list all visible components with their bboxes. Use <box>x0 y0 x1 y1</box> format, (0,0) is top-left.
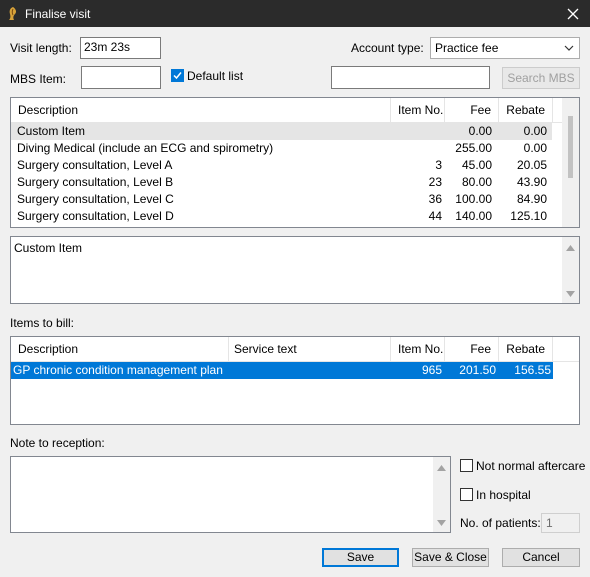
table-row[interactable]: Surgery consultation, Level D 44 140.00 … <box>11 208 552 225</box>
close-icon <box>567 8 579 19</box>
table-header: Description Item No. Fee Rebate <box>11 98 563 123</box>
triangle-up-icon <box>437 464 446 471</box>
column-header-description[interactable]: Description <box>11 98 391 123</box>
detail-scrollbar[interactable] <box>562 237 579 303</box>
column-header-item-no[interactable]: Item No. <box>391 98 445 123</box>
table-row[interactable]: Surgery consultation, Level C 36 100.00 … <box>11 191 552 208</box>
table-header: Description Service text Item No. Fee Re… <box>11 337 579 362</box>
row-item-no: 965 <box>421 363 442 377</box>
row-item-no: 36 <box>428 192 442 206</box>
column-header-fee[interactable]: Fee <box>445 337 499 362</box>
row-fee: 80.00 <box>461 175 492 189</box>
items-to-bill-label: Items to bill: <box>10 316 75 330</box>
column-header-description[interactable]: Description <box>11 337 229 362</box>
close-button[interactable] <box>556 0 590 27</box>
note-scrollbar[interactable] <box>433 457 450 532</box>
mbs-item-field[interactable] <box>81 66 161 89</box>
account-type-select[interactable]: Practice fee <box>430 37 580 59</box>
row-description: Custom Item <box>17 124 86 138</box>
row-rebate: 0.00 <box>523 124 547 138</box>
row-rebate: 125.10 <box>510 209 547 223</box>
scroll-up-button[interactable] <box>562 239 579 256</box>
visit-length-field[interactable]: 23m 23s <box>80 37 161 59</box>
default-list-checkbox[interactable] <box>171 69 184 82</box>
row-rebate: 84.90 <box>516 192 547 206</box>
row-item-no: 3 <box>435 158 442 172</box>
checkmark-icon <box>173 72 182 80</box>
triangle-down-icon <box>566 290 575 297</box>
scrollbar-thumb[interactable] <box>568 116 573 178</box>
in-hospital-checkbox[interactable] <box>460 488 473 501</box>
row-description: Surgery consultation, Level C <box>17 192 174 206</box>
table-row[interactable]: Surgery consultation, Level A 3 45.00 20… <box>11 157 552 174</box>
note-to-reception-label: Note to reception: <box>10 436 105 450</box>
row-description: Surgery consultation, Level D <box>17 209 174 223</box>
row-fee: 140.00 <box>455 209 492 223</box>
row-description: GP chronic condition management plan <box>13 363 223 377</box>
row-fee: 255.00 <box>455 141 492 155</box>
triangle-up-icon <box>566 244 575 251</box>
app-logo-icon <box>9 7 17 20</box>
row-item-no: 23 <box>428 175 442 189</box>
row-rebate: 156.55 <box>514 363 551 377</box>
items-table-scrollbar[interactable] <box>562 98 579 227</box>
column-header-fee[interactable]: Fee <box>445 98 499 123</box>
scroll-down-button[interactable] <box>433 514 450 531</box>
table-row[interactable]: Diving Medical (include an ECG and spiro… <box>11 140 552 157</box>
patients-label: No. of patients: <box>460 516 541 530</box>
mbs-items-table[interactable]: Description Item No. Fee Rebate Custom I… <box>10 97 580 228</box>
search-mbs-button[interactable]: Search MBS <box>502 67 580 89</box>
cancel-button[interactable]: Cancel <box>502 548 580 567</box>
patients-field[interactable]: 1 <box>541 513 580 533</box>
triangle-down-icon <box>437 519 446 526</box>
save-button[interactable]: Save <box>322 548 399 567</box>
account-type-value: Practice fee <box>435 41 499 55</box>
save-close-button[interactable]: Save & Close <box>412 548 489 567</box>
row-rebate: 20.05 <box>516 158 547 172</box>
row-description: Surgery consultation, Level A <box>17 158 173 172</box>
row-fee: 100.00 <box>455 192 492 206</box>
scroll-up-button[interactable] <box>433 459 450 476</box>
row-description: Diving Medical (include an ECG and spiro… <box>17 141 274 155</box>
row-item-no: 44 <box>428 209 442 223</box>
account-type-label: Account type: <box>351 41 424 55</box>
items-to-bill-table[interactable]: Description Service text Item No. Fee Re… <box>10 336 580 425</box>
row-fee: 201.50 <box>459 363 496 377</box>
row-fee: 0.00 <box>468 124 492 138</box>
note-to-reception-textbox[interactable] <box>10 456 451 533</box>
not-normal-aftercare-label: Not normal aftercare <box>476 459 586 473</box>
mbs-search-field[interactable] <box>331 66 490 89</box>
mbs-item-label: MBS Item: <box>10 72 67 86</box>
column-header-rebate[interactable]: Rebate <box>499 98 553 123</box>
table-row[interactable]: Surgery consultation, Level B 23 80.00 4… <box>11 174 552 191</box>
not-normal-aftercare-checkbox[interactable] <box>460 459 473 472</box>
default-list-label: Default list <box>187 69 244 83</box>
item-detail-textbox[interactable]: Custom Item <box>10 236 580 304</box>
row-fee: 45.00 <box>461 158 492 172</box>
table-row[interactable]: Custom Item 0.00 0.00 <box>11 123 552 140</box>
table-row-selected[interactable]: GP chronic condition management plan 965… <box>11 362 553 379</box>
column-header-service-text[interactable]: Service text <box>229 337 391 362</box>
window-title: Finalise visit <box>25 7 91 21</box>
visit-length-label: Visit length: <box>10 41 72 55</box>
row-rebate: 0.00 <box>523 141 547 155</box>
column-header-rebate[interactable]: Rebate <box>499 337 553 362</box>
column-header-item-no[interactable]: Item No. <box>391 337 445 362</box>
title-bar: Finalise visit <box>0 0 590 27</box>
scroll-down-button[interactable] <box>562 285 579 302</box>
row-description: Surgery consultation, Level B <box>17 175 174 189</box>
row-rebate: 43.90 <box>516 175 547 189</box>
item-detail-text: Custom Item <box>14 241 83 255</box>
in-hospital-label: In hospital <box>476 488 531 502</box>
chevron-down-icon <box>564 45 574 51</box>
